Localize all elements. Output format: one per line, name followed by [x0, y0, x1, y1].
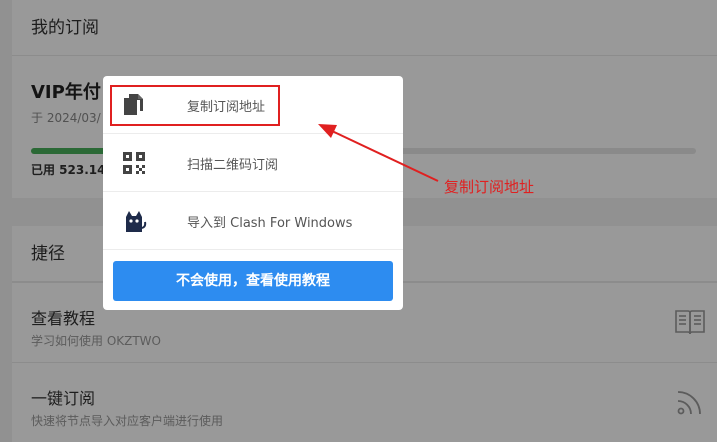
annotation-label: 复制订阅地址 — [444, 178, 535, 196]
annotation-arrow — [318, 124, 439, 182]
